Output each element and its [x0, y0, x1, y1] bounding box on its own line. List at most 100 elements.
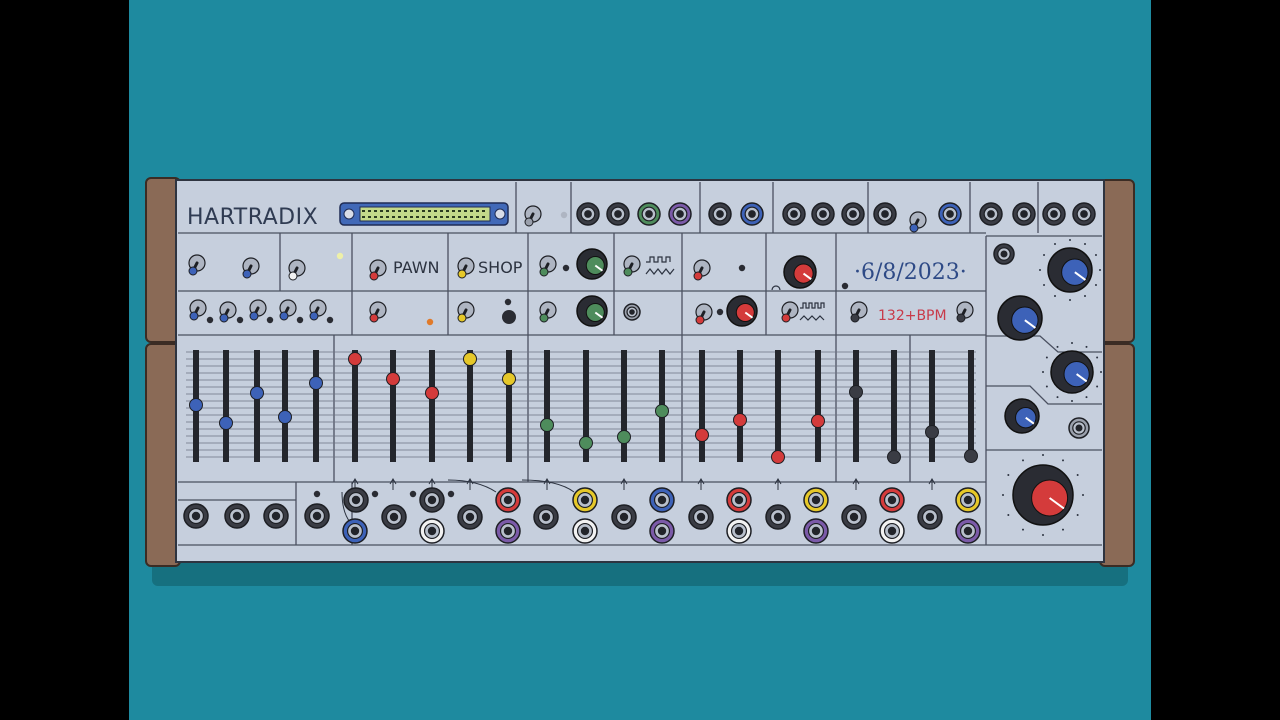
wood-side-left	[145, 177, 181, 567]
patch-jack[interactable]	[606, 202, 630, 226]
knob-tick	[1094, 254, 1097, 256]
push-button[interactable]	[502, 310, 516, 324]
patch-jack[interactable]	[495, 487, 521, 513]
oscillator-knob[interactable]	[576, 295, 608, 327]
blue-knob[interactable]	[997, 295, 1043, 341]
patch-jack[interactable]	[224, 503, 250, 529]
patch-jack[interactable]	[688, 504, 714, 530]
indicator-led	[326, 316, 334, 324]
patch-jack[interactable]	[495, 518, 521, 544]
knob-tick	[1056, 396, 1059, 399]
patch-jack[interactable]	[740, 202, 764, 226]
filter-knob[interactable]	[726, 295, 758, 327]
fader-cap[interactable]	[219, 416, 233, 430]
fader-cap[interactable]	[250, 386, 264, 400]
patch-jack[interactable]	[993, 243, 1015, 265]
fader-cap[interactable]	[540, 418, 554, 432]
patch-jack[interactable]	[623, 303, 641, 321]
brand-logo: HARTRADIX	[187, 205, 318, 230]
date-display: ·6/8/2023·	[854, 260, 967, 285]
knob-tick	[1069, 299, 1071, 301]
fader-cap[interactable]	[309, 376, 323, 390]
patch-jack[interactable]	[572, 487, 598, 513]
fader-cap[interactable]	[348, 352, 362, 366]
fader-cap[interactable]	[964, 449, 978, 463]
patch-jack[interactable]	[668, 202, 692, 226]
patch-jack[interactable]	[879, 518, 905, 544]
fader-cap[interactable]	[502, 372, 516, 386]
patch-jack[interactable]	[917, 504, 943, 530]
patch-jack[interactable]	[649, 518, 675, 544]
patch-jack[interactable]	[637, 202, 661, 226]
knob-tick	[1096, 356, 1099, 359]
patch-jack[interactable]	[1012, 202, 1036, 226]
patch-jack[interactable]	[841, 504, 867, 530]
patch-jack[interactable]	[304, 503, 330, 529]
blue-knob[interactable]	[1050, 350, 1094, 394]
indicator-led	[426, 318, 434, 326]
patch-jack[interactable]	[708, 202, 732, 226]
patch-jack[interactable]	[841, 202, 865, 226]
patch-jack[interactable]	[803, 487, 829, 513]
patch-jack[interactable]	[938, 202, 962, 226]
patch-jack[interactable]	[263, 503, 289, 529]
patch-jack[interactable]	[611, 504, 637, 530]
patch-jack[interactable]	[381, 504, 407, 530]
fader-cap[interactable]	[887, 450, 901, 464]
fader-cap[interactable]	[655, 404, 669, 418]
fader-cap[interactable]	[579, 436, 593, 450]
patch-jack[interactable]	[955, 518, 981, 544]
fader-cap[interactable]	[463, 352, 477, 366]
indicator-led	[313, 490, 321, 498]
knob-tick	[1096, 385, 1099, 388]
patch-jack[interactable]	[649, 487, 675, 513]
fader-cap[interactable]	[617, 430, 631, 444]
patch-jack[interactable]	[726, 518, 752, 544]
indicator-led	[236, 316, 244, 324]
patch-jack[interactable]	[533, 504, 559, 530]
knob-tick	[1045, 356, 1048, 359]
patch-jack[interactable]	[782, 202, 806, 226]
knob-tick	[1062, 459, 1064, 462]
patch-jack[interactable]	[1072, 202, 1096, 226]
frequency-knob[interactable]	[783, 255, 817, 289]
patch-jack[interactable]	[803, 518, 829, 544]
knob-tick	[1069, 239, 1071, 241]
patch-jack[interactable]	[576, 202, 600, 226]
fader-cap[interactable]	[811, 414, 825, 428]
patch-jack[interactable]	[879, 487, 905, 513]
oscillator-knob[interactable]	[576, 248, 608, 280]
fader-cap[interactable]	[278, 410, 292, 424]
patch-jack[interactable]	[572, 518, 598, 544]
patch-jack[interactable]	[343, 487, 369, 513]
patch-jack[interactable]	[419, 518, 445, 544]
patch-jack[interactable]	[419, 487, 445, 513]
patch-jack[interactable]	[979, 202, 1003, 226]
fader-cap[interactable]	[425, 386, 439, 400]
patch-jack[interactable]	[873, 202, 897, 226]
master-knob[interactable]	[1012, 464, 1074, 526]
indicator-led	[296, 316, 304, 324]
patch-jack[interactable]	[183, 503, 209, 529]
patch-jack[interactable]	[726, 487, 752, 513]
fader-cap[interactable]	[695, 428, 709, 442]
fader-cap[interactable]	[771, 450, 785, 464]
indicator-led	[738, 264, 746, 272]
blue-knob[interactable]	[1004, 398, 1040, 434]
patch-jack[interactable]	[955, 487, 981, 513]
patch-jack[interactable]	[1042, 202, 1066, 226]
shop-label: SHOP	[478, 258, 523, 277]
fader-cap[interactable]	[189, 398, 203, 412]
fader-cap[interactable]	[386, 372, 400, 386]
knob-tick	[1076, 514, 1079, 516]
patch-jack[interactable]	[811, 202, 835, 226]
fader-cap[interactable]	[849, 385, 863, 399]
fader-cap[interactable]	[733, 413, 747, 427]
patch-jack[interactable]	[457, 504, 483, 530]
patch-jack[interactable]	[1068, 417, 1090, 439]
knob-tick	[1085, 345, 1088, 348]
fader-cap[interactable]	[925, 425, 939, 439]
blue-knob[interactable]	[1047, 247, 1093, 293]
patch-jack[interactable]	[342, 518, 368, 544]
patch-jack[interactable]	[765, 504, 791, 530]
